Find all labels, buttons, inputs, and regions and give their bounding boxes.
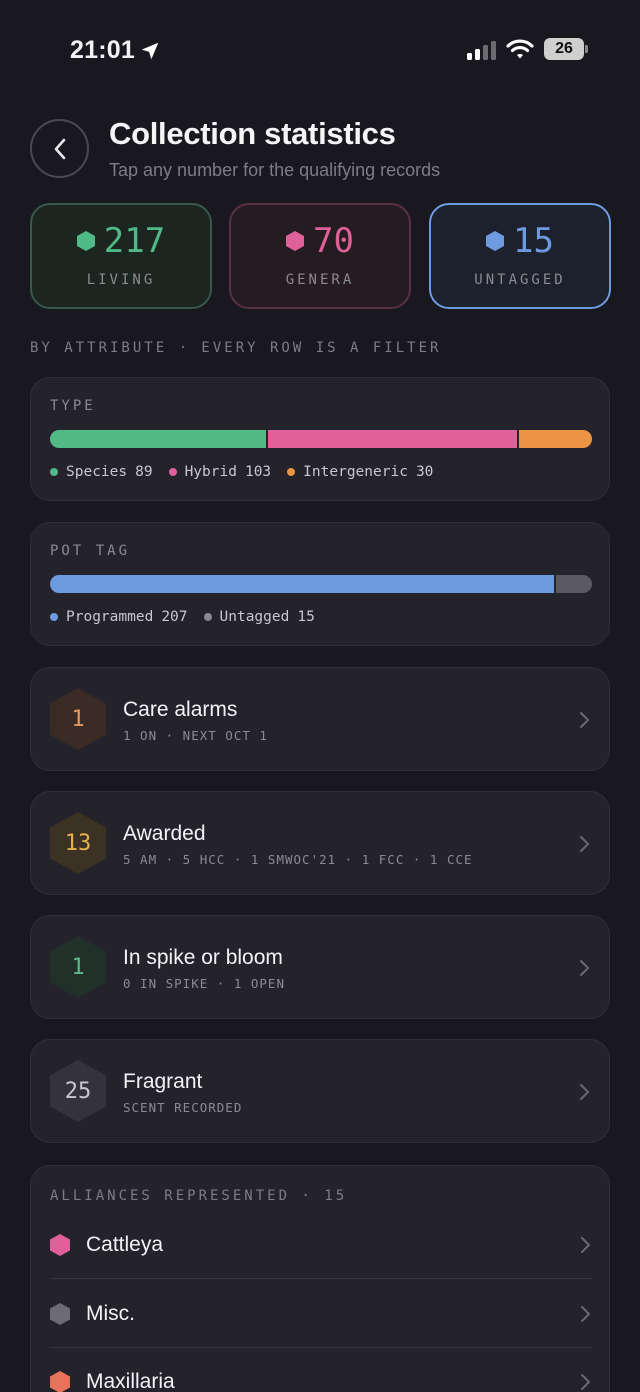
chevron-right-icon [580, 712, 589, 728]
awarded-title: Awarded [123, 822, 206, 845]
chevron-right-icon [581, 1374, 590, 1390]
stat-genera-card[interactable]: 70 GENERA [229, 203, 411, 309]
type-card: TYPE Species 89 Hybrid 103 Intergeneric 30 [30, 377, 610, 501]
awarded-hex-badge: 13 [50, 812, 106, 874]
fragrant-title: Fragrant [123, 1070, 203, 1093]
legend-name: Untagged [219, 609, 290, 625]
chevron-right-icon [580, 836, 589, 852]
legend-intergeneric[interactable]: Intergeneric 30 [287, 464, 433, 480]
legend-name: Hybrid [184, 464, 237, 480]
chevron-right-icon [581, 1237, 590, 1253]
stat-genera-label: GENERA [285, 272, 355, 288]
stat-living-label: LIVING [86, 272, 156, 288]
care-alarms-count: 1 [71, 706, 85, 732]
wifi-icon [506, 39, 534, 59]
legend-untagged[interactable]: Untagged 15 [203, 609, 315, 625]
chevron-left-icon [54, 138, 65, 159]
fragrant-hex-badge: 25 [50, 1060, 106, 1122]
type-legend: Species 89 Hybrid 103 Intergeneric 30 [50, 464, 433, 480]
legend-count: 89 [135, 464, 153, 480]
legend-programmed[interactable]: Programmed 207 [50, 609, 188, 625]
legend-species[interactable]: Species 89 [50, 464, 153, 480]
location-arrow-icon [141, 42, 159, 59]
in-spike-count: 1 [71, 954, 85, 980]
care-alarms-title: Care alarms [123, 698, 238, 721]
legend-name: Species [66, 464, 128, 480]
type-segment-hybrid[interactable] [267, 430, 518, 448]
alliance-item-misc[interactable]: Misc. [50, 1280, 592, 1348]
chevron-right-icon [580, 1084, 589, 1100]
type-segment-species[interactable] [50, 430, 266, 448]
legend-name: Programmed [66, 609, 154, 625]
cellular-signal-icon [467, 38, 496, 60]
pot-segment-programmed[interactable] [50, 575, 554, 593]
legend-count: 207 [161, 609, 188, 625]
care-alarms-hex-badge: 1 [50, 688, 106, 750]
legend-hybrid[interactable]: Hybrid 103 [168, 464, 272, 480]
alliance-item-maxillaria[interactable]: Maxillaria [50, 1348, 592, 1392]
hexagon-icon [50, 1371, 70, 1392]
stat-living-value: 217 [103, 221, 166, 261]
type-segment-intergeneric[interactable] [519, 430, 592, 448]
alliance-name: Cattleya [86, 1233, 164, 1256]
alliance-name: Misc. [86, 1302, 135, 1325]
pot-tag-bar[interactable] [50, 575, 592, 593]
stat-untagged-value: 15 [513, 221, 554, 261]
in-spike-hex-badge: 1 [50, 936, 106, 998]
in-spike-title: In spike or bloom [123, 946, 283, 969]
type-bar[interactable] [50, 430, 592, 448]
stat-living-card[interactable]: 217 LIVING [30, 203, 212, 309]
stat-genera-value: 70 [313, 221, 354, 261]
pot-segment-untagged[interactable] [555, 575, 592, 593]
alliance-name: Maxillaria [86, 1370, 175, 1392]
divider [50, 1278, 592, 1279]
pot-tag-legend: Programmed 207 Untagged 15 [50, 609, 315, 625]
legend-count: 15 [297, 609, 315, 625]
hexagon-icon [286, 231, 305, 251]
pot-tag-card-title: POT TAG [50, 543, 131, 559]
legend-count: 103 [244, 464, 272, 480]
legend-dot [50, 468, 58, 476]
legend-name: Intergeneric [303, 464, 408, 480]
pot-tag-card: POT TAG Programmed 207 Untagged 15 [30, 522, 610, 646]
stat-untagged-label: UNTAGGED [474, 272, 566, 288]
page-title: Collection statistics [109, 116, 396, 151]
in-spike-or-bloom-row[interactable]: 1 In spike or bloom 0 IN SPIKE · 1 OPEN [30, 915, 610, 1019]
alliances-title: ALLIANCES REPRESENTED · 15 [50, 1188, 348, 1204]
awarded-count: 13 [64, 830, 92, 856]
stat-untagged-card[interactable]: 15 UNTAGGED [429, 203, 611, 309]
awarded-row[interactable]: 13 Awarded 5 AM · 5 HCC · 1 SMWOC'21 · 1… [30, 791, 610, 895]
battery-icon: 26 [544, 38, 588, 60]
legend-dot [50, 613, 58, 621]
fragrant-row[interactable]: 25 Fragrant SCENT RECORDED [30, 1039, 610, 1143]
legend-dot [168, 468, 177, 476]
hexagon-icon [486, 231, 505, 251]
fragrant-subtitle: SCENT RECORDED [123, 1100, 243, 1115]
hexagon-icon [76, 231, 95, 251]
chevron-right-icon [580, 960, 589, 976]
alliances-card: ALLIANCES REPRESENTED · 15 Cattleya Misc… [30, 1165, 610, 1392]
chevron-right-icon [581, 1306, 590, 1322]
section-label: BY ATTRIBUTE · EVERY ROW IS A FILTER [30, 340, 442, 356]
care-alarms-subtitle: 1 ON · NEXT OCT 1 [123, 728, 268, 743]
legend-dot [203, 613, 212, 621]
legend-count: 30 [415, 464, 434, 480]
type-card-title: TYPE [50, 398, 96, 414]
fragrant-count: 25 [64, 1078, 92, 1104]
hexagon-icon [50, 1303, 70, 1325]
care-alarms-row[interactable]: 1 Care alarms 1 ON · NEXT OCT 1 [30, 667, 610, 771]
battery-level: 26 [555, 40, 573, 57]
back-button[interactable] [30, 119, 89, 178]
alliance-item-cattleya[interactable]: Cattleya [50, 1211, 592, 1279]
page-subtitle: Tap any number for the qualifying record… [109, 160, 441, 180]
legend-dot [287, 468, 296, 476]
awarded-subtitle: 5 AM · 5 HCC · 1 SMWOC'21 · 1 FCC · 1 CC… [123, 852, 473, 867]
in-spike-subtitle: 0 IN SPIKE · 1 OPEN [123, 976, 285, 991]
status-time: 21:01 [70, 36, 161, 65]
status-time-text: 21:01 [70, 36, 135, 64]
status-indicators: 26 [467, 38, 588, 60]
hexagon-icon [50, 1234, 70, 1256]
